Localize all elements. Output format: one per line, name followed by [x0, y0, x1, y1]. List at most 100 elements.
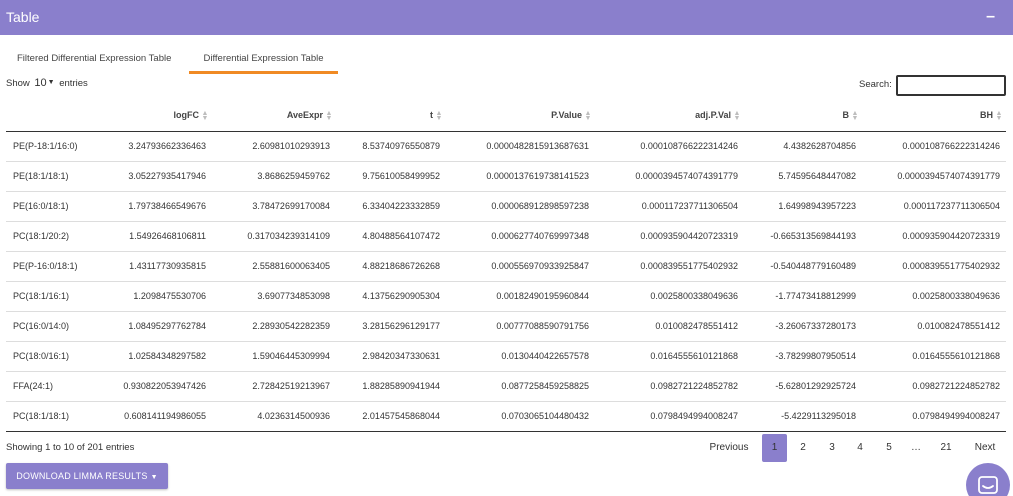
length-menu-suffix: entries — [59, 78, 88, 89]
table-cell: 0.000839551775402932 — [595, 251, 744, 282]
table-cell: 0.000627740769997348 — [446, 221, 595, 252]
table-cell: 1.59046445309994 — [212, 341, 336, 372]
table-cell: 1.79738466549676 — [106, 191, 212, 222]
pagination-previous[interactable]: Previous — [700, 434, 758, 462]
table-cell: 0.0000137619738141523 — [446, 161, 595, 192]
table-cell: 0.010082478551412 — [595, 311, 744, 342]
table-cell: 2.55881600063405 — [212, 251, 336, 282]
table-cell: 2.98420347330631 — [336, 341, 446, 372]
column-header[interactable]: AveExpr ▲ ▼ — [212, 101, 336, 132]
table-row: PE(16:0/18:1) 1.79738466549676 3.784726991… — [6, 191, 1006, 222]
sort-icon: ▲ ▼ — [435, 110, 443, 123]
row-name-cell: PE(18:1/18:1) — [6, 161, 106, 192]
table-cell: 0.0798494994008247 — [595, 401, 744, 432]
table-cell: 0.0877258459258825 — [446, 371, 595, 402]
table-cell: 3.78472699170084 — [212, 191, 336, 222]
column-header-label: B — [842, 110, 850, 121]
table-cell: 0.0000482815913687631 — [446, 131, 595, 162]
table-cell: 4.4382628704856 — [744, 131, 862, 162]
table-cell: 0.000935904420723319 — [862, 221, 1006, 252]
table-cell: 0.0025800338049636 — [595, 281, 744, 312]
column-header-rowname — [6, 101, 106, 132]
column-header[interactable]: adj.P.Val ▲ ▼ — [595, 101, 744, 132]
column-header[interactable]: B ▲ ▼ — [744, 101, 862, 132]
chat-launcher[interactable] — [966, 463, 1010, 496]
pagination-page-4[interactable]: 4 — [848, 434, 872, 462]
sort-icon: ▲ ▼ — [733, 110, 741, 123]
table-cell: 1.43117730935815 — [106, 251, 212, 282]
pagination-next[interactable]: Next — [966, 434, 1004, 462]
table-cell: 0.00777088590791756 — [446, 311, 595, 342]
search-label: Search: — [859, 79, 892, 90]
row-name-cell: PC(18:1/20:2) — [6, 221, 106, 252]
table-cell: 0.000117237711306504 — [595, 191, 744, 222]
pagination-page-5[interactable]: 5 — [877, 434, 901, 462]
table-cell: 3.28156296129177 — [336, 311, 446, 342]
sort-icon: ▲ ▼ — [201, 110, 209, 123]
table-cell: 8.53740976550879 — [336, 131, 446, 162]
table-cell: 2.60981010293913 — [212, 131, 336, 162]
table-cell: -0.540448779160489 — [744, 251, 862, 282]
table-row: PC(18:1/18:1) 0.608141194986055 4.02363145… — [6, 401, 1006, 432]
sort-icon: ▲ ▼ — [325, 110, 333, 123]
download-limma-results-button[interactable]: DOWNLOAD LIMMA RESULTS ▼ — [6, 463, 168, 489]
table-row: PE(18:1/18:1) 3.05227935417946 3.868625945… — [6, 161, 1006, 192]
length-menu-prefix: Show — [6, 78, 30, 89]
table-cell: 1.64998943957223 — [744, 191, 862, 222]
table-cell: 1.02584348297582 — [106, 341, 212, 372]
table-cell: 3.05227935417946 — [106, 161, 212, 192]
expression-table: logFC ▲ ▼ AveExpr ▲ ▼ t ▲ ▼ P.Value ▲ ▼ adj.P.Val ▲ ▼ B… — [6, 101, 1006, 432]
table-row: PC(18:0/16:1) 1.02584348297582 1.590464453… — [6, 341, 1006, 372]
column-header[interactable]: P.Value ▲ ▼ — [446, 101, 595, 132]
panel-header: Table – — [0, 0, 1013, 35]
table-cell: 0.0982721224852782 — [595, 371, 744, 402]
column-header-label: AveExpr — [286, 110, 323, 121]
search-input[interactable] — [896, 75, 1006, 96]
table-cell: 4.13756290905304 — [336, 281, 446, 312]
pagination-page-3[interactable]: 3 — [820, 434, 844, 462]
pagination-page-21[interactable]: 21 — [932, 434, 960, 462]
caret-down-icon: ▼ — [47, 79, 55, 86]
pagination-ellipsis: … — [911, 442, 921, 453]
table-cell: 0.0000394574074391779 — [595, 161, 744, 192]
table-cell: 4.80488564107472 — [336, 221, 446, 252]
table-cell: 3.8686259459762 — [212, 161, 336, 192]
column-header-label: adj.P.Val — [695, 110, 731, 121]
column-header[interactable]: t ▲ ▼ — [336, 101, 446, 132]
table-cell: 0.0025800338049636 — [862, 281, 1006, 312]
tab-filtered-de-table[interactable]: Filtered Differential Expression Table — [17, 44, 171, 74]
tab-de-table[interactable]: Differential Expression Table — [189, 44, 338, 74]
column-header[interactable]: BH ▲ ▼ — [862, 101, 1006, 132]
pagination-page-2[interactable]: 2 — [791, 434, 815, 462]
collapse-icon[interactable]: – — [986, 9, 995, 25]
table-cell: 0.000108766222314246 — [595, 131, 744, 162]
header-row: logFC ▲ ▼ AveExpr ▲ ▼ t ▲ ▼ P.Value ▲ ▼ adj.P.Val ▲ ▼ B… — [6, 101, 1006, 132]
table-cell: 0.010082478551412 — [862, 311, 1006, 342]
length-select[interactable]: 10▼ — [34, 77, 54, 89]
column-header-label: BH — [980, 110, 993, 121]
row-name-cell: PC(18:1/18:1) — [6, 401, 106, 432]
table-cell: 1.88285890941944 — [336, 371, 446, 402]
table-row: PC(18:1/16:1) 1.2098475530706 3.6907734853… — [6, 281, 1006, 312]
table-cell: 0.0164555610121868 — [862, 341, 1006, 372]
table-cell: 0.000117237711306504 — [862, 191, 1006, 222]
row-name-cell: PE(16:0/18:1) — [6, 191, 106, 222]
table-row: PC(18:1/20:2) 1.54926468106811 0.317034239… — [6, 221, 1006, 252]
table-cell: 0.0798494994008247 — [862, 401, 1006, 432]
table-cell: 2.72842519213967 — [212, 371, 336, 402]
table-cell: 4.88218686726268 — [336, 251, 446, 282]
sort-icon: ▲ ▼ — [995, 110, 1003, 123]
download-button-label: DOWNLOAD LIMMA RESULTS — [16, 471, 148, 481]
table-cell: 9.75610058499952 — [336, 161, 446, 192]
column-header-label: t — [430, 110, 433, 121]
table-cell: 0.0130440422657578 — [446, 341, 595, 372]
table-row: PE(P-16:0/18:1) 1.43117730935815 2.5588160… — [6, 251, 1006, 282]
table-cell: 0.0703065104480432 — [446, 401, 595, 432]
table-cell: -3.26067337280173 — [744, 311, 862, 342]
pagination-page-1[interactable]: 1 — [762, 434, 787, 462]
column-header[interactable]: logFC ▲ ▼ — [106, 101, 212, 132]
table-row: PC(16:0/14:0) 1.08495297762784 2.289305422… — [6, 311, 1006, 342]
panel-title: Table — [6, 9, 40, 25]
table-row: FFA(24:1) 0.930822053947426 2.728425192139… — [6, 371, 1006, 402]
row-name-cell: PE(P-16:0/18:1) — [6, 251, 106, 282]
